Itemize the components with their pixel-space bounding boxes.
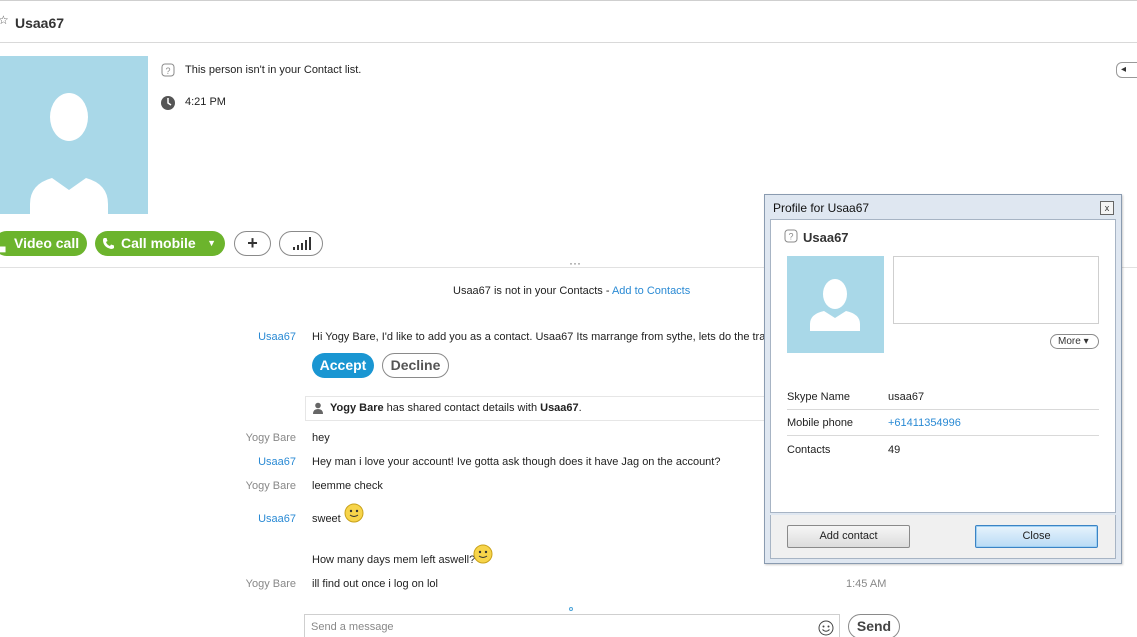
local-time-text: 4:21 PM — [185, 96, 226, 108]
clock-icon — [161, 96, 175, 110]
plus-icon: + — [247, 233, 258, 253]
message-text: leemme check — [312, 480, 383, 492]
call-mobile-label: Call mobile — [121, 235, 196, 251]
video-camera-icon: ■ — [0, 242, 7, 256]
mobile-phone-link[interactable]: +61411354996 — [888, 417, 961, 429]
message-compose-box[interactable] — [304, 614, 840, 637]
field-label: Mobile phone — [787, 417, 854, 429]
message-sender[interactable]: Yogy Bare — [226, 578, 296, 590]
chevron-down-icon[interactable]: ▼ — [207, 231, 216, 256]
svg-text:?: ? — [165, 66, 170, 76]
video-call-button[interactable]: ■ Video call — [0, 231, 87, 256]
message-sender[interactable]: Usaa67 — [226, 331, 296, 343]
shared-by-name: Yogy Bare — [330, 402, 384, 414]
conversation-header: ☆ Usaa67 — [0, 0, 1137, 43]
profile-field-row: Contacts 49 — [787, 437, 1099, 463]
close-button[interactable]: Close — [975, 525, 1098, 548]
person-icon — [313, 402, 323, 414]
chevron-down-icon: ▾ — [1083, 336, 1089, 347]
contact-request-text: Hi Yogy Bare, I'd like to add you as a c… — [312, 331, 766, 343]
person-silhouette-icon — [810, 279, 860, 331]
field-value: usaa67 — [888, 391, 925, 403]
call-quality-button[interactable] — [279, 231, 323, 256]
profile-dialog: Profile for Usaa67 x ? Usaa67 More ▾ Sky… — [764, 194, 1122, 564]
star-icon[interactable]: ☆ — [0, 13, 9, 27]
shared-with-name: Usaa67 — [540, 402, 579, 414]
profile-avatar — [787, 256, 884, 353]
shared-suffix: . — [578, 402, 582, 414]
shared-contact-event: Yogy Bare has shared contact details wit… — [305, 396, 775, 421]
message-text: sweet — [312, 513, 341, 525]
typing-indicator-icon — [569, 607, 573, 611]
add-to-contacts-link[interactable]: Add to Contacts — [612, 285, 690, 297]
unknown-contact-icon: ? — [784, 229, 798, 243]
more-button[interactable]: More ▾ — [1050, 334, 1099, 349]
svg-text:?: ? — [788, 232, 793, 242]
not-in-contacts-notice: Usaa67 is not in your Contacts - Add to … — [453, 285, 690, 297]
accept-button[interactable]: Accept — [312, 353, 374, 378]
notice-text: Usaa67 is not in your Contacts - — [453, 285, 612, 297]
shared-contact-text: Yogy Bare has shared contact details wit… — [330, 402, 582, 414]
message-sender[interactable]: Yogy Bare — [226, 432, 296, 444]
page-title: Usaa67 — [15, 15, 65, 31]
signal-bars-icon — [293, 237, 311, 250]
mood-message-box — [893, 256, 1099, 324]
send-button[interactable]: Send — [848, 614, 900, 637]
more-label: More — [1058, 336, 1081, 347]
video-call-label: Video call — [14, 235, 80, 251]
shared-middle-text: has shared contact details with — [383, 402, 541, 414]
add-participant-button[interactable]: + — [234, 231, 271, 256]
message-sender[interactable]: Usaa67 — [226, 456, 296, 468]
smiley-emoticon-icon — [473, 544, 493, 564]
profile-name: Usaa67 — [803, 230, 849, 245]
chevron-left-icon: ◂ — [1121, 64, 1127, 75]
dialog-title: Profile for Usaa67 — [773, 201, 870, 215]
close-icon[interactable]: x — [1100, 201, 1114, 215]
field-label: Skype Name — [787, 391, 850, 403]
field-label: Contacts — [787, 444, 831, 456]
field-value: 49 — [888, 444, 901, 456]
smiley-emoticon-icon — [344, 503, 364, 523]
add-contact-button[interactable]: Add contact — [787, 525, 910, 548]
message-text: ill find out once i log on lol — [312, 578, 438, 590]
person-silhouette-icon — [30, 93, 108, 214]
emoticon-picker-icon[interactable] — [818, 620, 834, 636]
message-timestamp: 1:45 AM — [846, 578, 887, 590]
message-text: Hey man i love your account! Ive gotta a… — [312, 456, 721, 468]
message-sender[interactable]: Yogy Bare — [226, 480, 296, 492]
avatar — [0, 56, 148, 214]
collapse-panel-button[interactable]: ◂ — [1116, 62, 1137, 78]
call-mobile-button[interactable]: Call mobile ▼ — [95, 231, 225, 256]
message-input[interactable] — [311, 618, 791, 636]
message-sender[interactable]: Usaa67 — [226, 513, 296, 525]
decline-button[interactable]: Decline — [382, 353, 449, 378]
phone-icon — [103, 238, 114, 249]
profile-field-row: Mobile phone +61411354996 — [787, 410, 1099, 436]
profile-field-row: Skype Name usaa67 — [787, 384, 1099, 410]
unknown-contact-icon: ? — [161, 63, 175, 77]
contact-status-text: This person isn't in your Contact list. — [185, 64, 362, 76]
message-text: hey — [312, 432, 330, 444]
message-text: How many days mem left aswell? — [312, 554, 476, 566]
